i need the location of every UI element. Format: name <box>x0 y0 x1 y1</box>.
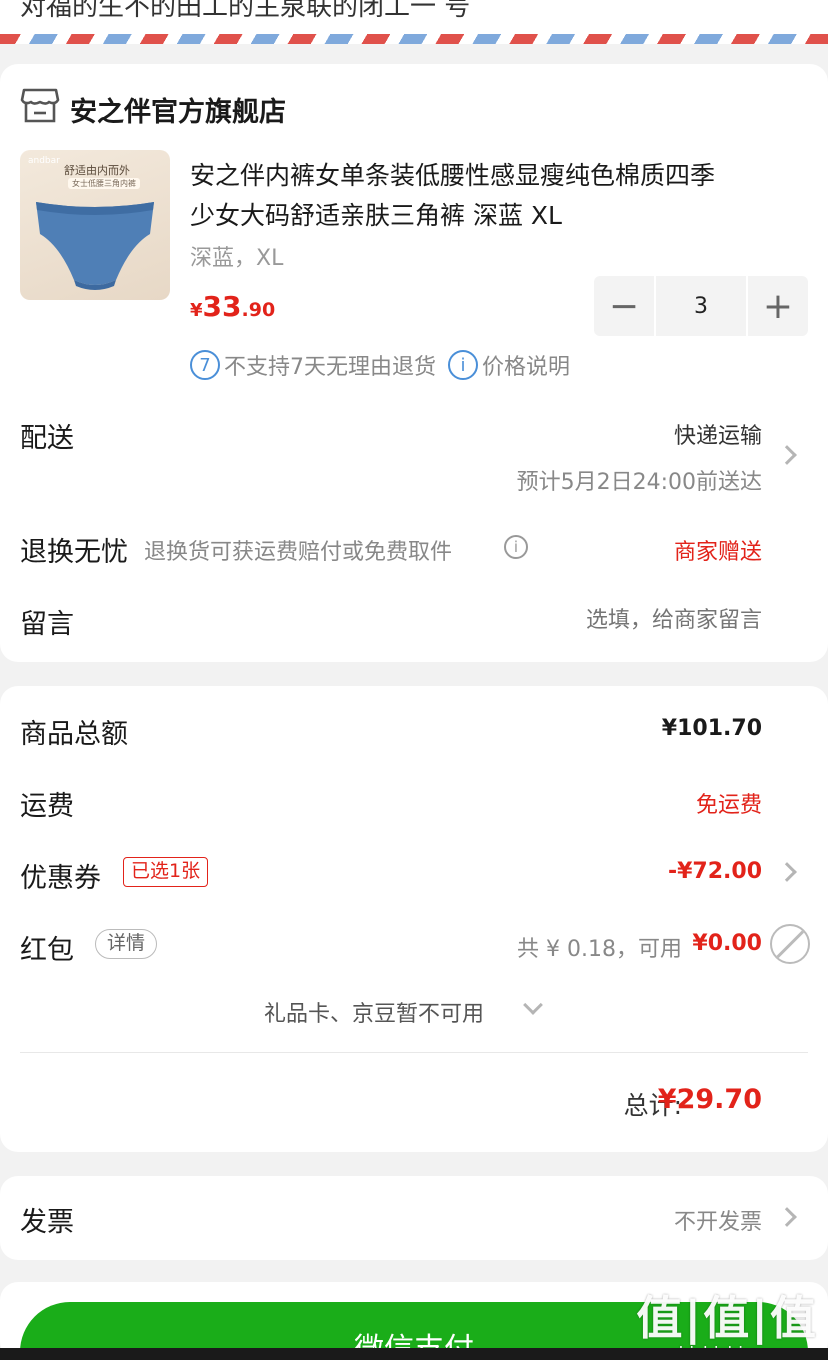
thumbnail-banner: 舒适由内而外 <box>64 164 130 177</box>
quantity-stepper: − 3 + <box>594 276 808 336</box>
product-title-line-2[interactable]: 少女大码舒适亲肤三角裤 深蓝 XL <box>190 196 562 232</box>
cut-off-address-text: 对福的生不的田工的主泉联的闭工一 号 <box>20 0 471 22</box>
order-item-card: 安之伴官方旗舰店 andbar 舒适由内而外 女士低腰三角内裤 安之伴内裤女单条… <box>0 64 828 662</box>
coupon-chevron-icon[interactable] <box>777 862 797 882</box>
thumbnail-brand: andbar <box>28 156 60 166</box>
redpacket-label: 红包 <box>20 935 74 966</box>
goods-total-label: 商品总额 <box>20 719 128 750</box>
no-return-icon: 7 <box>190 350 220 380</box>
returns-desc: 退换货可获运费赔付或免费取件 <box>144 540 453 565</box>
returns-label: 退换无忧 <box>20 537 128 568</box>
delivery-method[interactable]: 快递运输 <box>674 418 762 450</box>
product-title-line-1[interactable]: 安之伴内裤女单条装低腰性感显瘦纯色棉质四季 <box>190 156 715 192</box>
watermark-logo: 值|值|值 <box>636 1291 818 1345</box>
redpacket-total: 共 ¥ 0.18，可用 <box>517 937 682 962</box>
price-currency: ¥ <box>190 300 203 321</box>
product-price: ¥33.90 <box>190 290 275 323</box>
summary-divider <box>20 1052 808 1053</box>
quantity-value[interactable]: 3 <box>656 276 746 336</box>
delivery-eta[interactable]: 预计5月2日24:00前送达 <box>517 464 762 496</box>
total-value: ¥29.70 <box>657 1084 762 1115</box>
price-note-link[interactable]: 价格说明 <box>482 349 570 381</box>
returns-info-icon[interactable]: i <box>504 535 528 559</box>
quantity-minus-button[interactable]: − <box>594 276 654 336</box>
coupon-selected-badge: 已选1张 <box>123 857 209 887</box>
chevron-down-icon[interactable] <box>523 995 543 1015</box>
product-notes: 7 不支持7天无理由退货 i 价格说明 <box>190 348 570 382</box>
shipping-label: 运费 <box>20 791 74 822</box>
redpacket-disabled-icon[interactable] <box>770 924 810 964</box>
store-name[interactable]: 安之伴官方旗舰店 <box>70 90 286 129</box>
no-return-text: 不支持7天无理由退货 <box>224 355 436 380</box>
message-input[interactable] <box>402 604 762 636</box>
quantity-plus-button[interactable]: + <box>748 276 808 336</box>
delivery-chevron-icon[interactable] <box>777 445 797 465</box>
product-thumbnail[interactable]: andbar 舒适由内而外 女士低腰三角内裤 <box>20 150 170 300</box>
goods-total-value: ¥101.70 <box>661 716 762 741</box>
price-decimal: .90 <box>241 299 276 321</box>
price-summary-card: 商品总额 ¥101.70 运费 免运费 优惠券 已选1张 -¥72.00 红包 … <box>0 686 828 1152</box>
invoice-label: 发票 <box>20 1207 74 1238</box>
redpacket-available: ¥0.00 <box>692 931 762 956</box>
coupon-label: 优惠券 <box>20 863 101 894</box>
invoice-value[interactable]: 不开发票 <box>674 1204 762 1236</box>
message-label: 留言 <box>20 609 74 640</box>
returns-value: 商家赠送 <box>673 540 762 565</box>
giftcard-unavailable-text[interactable]: 礼品卡、京豆暂不可用 <box>264 996 484 1028</box>
product-image <box>36 202 154 290</box>
coupon-value[interactable]: -¥72.00 <box>668 859 762 884</box>
shipping-value: 免运费 <box>695 793 762 818</box>
thumbnail-subbanner: 女士低腰三角内裤 <box>68 178 140 189</box>
invoice-card[interactable]: 发票 不开发票 <box>0 1176 828 1260</box>
price-info-icon[interactable]: i <box>448 350 478 380</box>
previous-section-strip: 对福的生不的田工的主泉联的闭工一 号 <box>0 0 828 34</box>
product-spec: 深蓝，XL <box>190 246 284 271</box>
invoice-chevron-icon[interactable] <box>777 1207 797 1227</box>
redpacket-detail-button[interactable]: 详情 <box>95 929 158 959</box>
price-integer: 33 <box>202 290 242 323</box>
bottom-system-bar <box>0 1348 828 1360</box>
address-airmail-border <box>0 34 828 44</box>
delivery-label: 配送 <box>20 423 74 454</box>
store-icon <box>20 88 60 123</box>
